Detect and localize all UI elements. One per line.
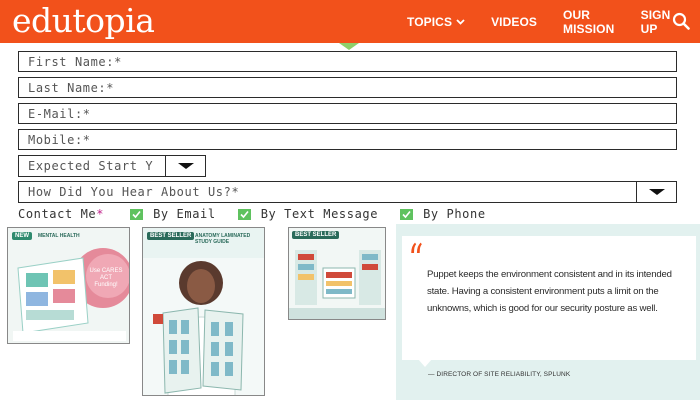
best-seller-badge: BEST SELLER: [292, 231, 340, 239]
chevron-down-icon: [456, 18, 465, 25]
contact-me-label: Contact Me*: [18, 207, 105, 221]
testimonial-attribution: — DIRECTOR OF SITE RELIABILITY, SPLUNK: [428, 371, 571, 378]
nav-sign-up[interactable]: SIGN UP: [641, 8, 674, 36]
edutopia-logo[interactable]: edutopia: [12, 2, 155, 40]
anatomy-study-guide-ad[interactable]: BEST SELLER ANATOMY LAMINATED STUDY GUID…: [142, 227, 265, 396]
testimonial-text: Puppet keeps the environment consistent …: [427, 269, 672, 314]
email-field[interactable]: [18, 103, 677, 124]
contact-by-phone-option[interactable]: By Phone: [400, 207, 486, 221]
nav-topics[interactable]: TOPICS: [407, 15, 465, 29]
classroom-poster-image: [289, 228, 385, 319]
contact-by-phone-label: By Phone: [423, 207, 486, 221]
hear-about-us-value: How Did You Hear About Us?*: [28, 185, 240, 199]
nav-our-mission[interactable]: OUR MISSION: [563, 8, 618, 36]
testimonial-bubble-tail: [418, 359, 432, 367]
last-name-field[interactable]: [18, 77, 677, 98]
hear-about-us-select[interactable]: How Did You Hear About Us?*: [18, 181, 677, 203]
search-icon[interactable]: [672, 12, 690, 30]
expected-start-value: Expected Start Y: [28, 159, 154, 173]
new-badge: NEW: [12, 232, 32, 240]
checkbox-checked-icon[interactable]: [237, 208, 251, 220]
nav-topics-label: TOPICS: [407, 14, 453, 29]
anatomy-guide-title: ANATOMY LAMINATED STUDY GUIDE: [195, 233, 251, 245]
best-seller-badge: BEST SELLER: [147, 232, 195, 240]
contact-by-text-option[interactable]: By Text Message: [237, 207, 379, 221]
caret-down-icon: [649, 189, 665, 195]
nav-videos[interactable]: VIDEOS: [491, 15, 537, 29]
mental-health-title: MENTAL HEALTH: [38, 233, 80, 239]
caret-down-icon: [178, 163, 194, 169]
checkbox-checked-icon[interactable]: [400, 208, 414, 220]
contact-by-text-label: By Text Message: [260, 207, 379, 221]
contact-preferences: Contact Me* By Email By Text Message By …: [18, 206, 508, 222]
expected-start-select[interactable]: Expected Start Y: [18, 155, 206, 177]
hear-about-us-dropdown-button[interactable]: [636, 182, 676, 202]
mobile-field[interactable]: [18, 129, 677, 150]
cares-act-callout: Use CARES ACT Funding!: [89, 268, 123, 288]
anatomy-study-guide-image: [143, 228, 264, 395]
main-nav: TOPICS VIDEOS OUR MISSION SIGN UP: [407, 0, 700, 43]
first-name-field[interactable]: [18, 51, 677, 72]
contact-by-email-label: By Email: [153, 207, 216, 221]
checkbox-checked-icon[interactable]: [130, 208, 144, 220]
top-nav-bar: edutopia TOPICS VIDEOS OUR MISSION SIGN …: [0, 0, 700, 43]
expected-start-dropdown-button[interactable]: [165, 156, 205, 176]
classroom-poster-pack-ad[interactable]: BEST SELLER: [288, 227, 386, 320]
mental-health-chart-ad[interactable]: NEW MENTAL HEALTH Use CARES ACT Funding!: [7, 227, 130, 344]
quote-mark-icon: “: [408, 235, 424, 284]
contact-by-email-option[interactable]: By Email: [130, 207, 216, 221]
nav-pointer-caret: [339, 43, 359, 50]
